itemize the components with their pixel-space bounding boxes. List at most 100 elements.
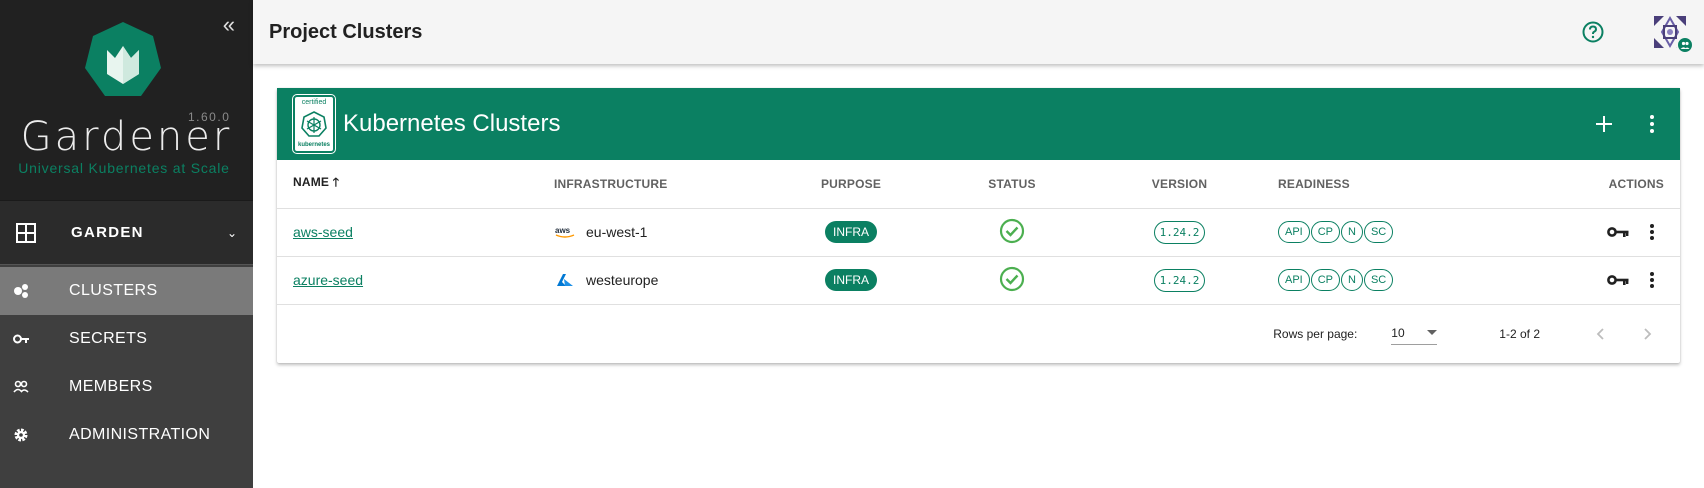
readiness-chip-api[interactable]: API [1278, 269, 1310, 291]
brand-tagline: Universal Kubernetes at Scale [18, 160, 230, 176]
status-ok-icon[interactable] [999, 218, 1025, 244]
cell-version: 1.24.2 [1097, 208, 1262, 257]
access-key-button[interactable] [1606, 268, 1630, 292]
column-header-name[interactable]: NAME 🡑 [277, 160, 538, 209]
readiness-chip-cp[interactable]: CP [1310, 269, 1341, 291]
card-menu-button[interactable] [1628, 100, 1676, 148]
readiness-chip-cp[interactable]: CP [1310, 221, 1341, 243]
cluster-link[interactable]: aws-seed [293, 224, 353, 240]
more-vert-icon [1650, 115, 1654, 133]
avatar[interactable] [1650, 12, 1694, 54]
gardener-logo [85, 22, 161, 96]
row-menu-button[interactable] [1640, 220, 1664, 244]
version-chip[interactable]: 1.24.2 [1153, 268, 1206, 292]
cluster-link[interactable]: azure-seed [293, 272, 363, 288]
top-bar: Project Clusters [253, 0, 1704, 64]
sidebar-item-label: MEMBERS [69, 378, 153, 395]
cell-infrastructure: aws eu-west-1 [538, 208, 775, 257]
cell-status [927, 208, 1097, 257]
cell-purpose: INFRA [775, 256, 927, 305]
cell-actions [1502, 208, 1680, 257]
sidebar-item-secrets[interactable]: SECRETS [0, 315, 253, 363]
cell-actions [1502, 256, 1680, 305]
members-icon [13, 379, 29, 395]
gear-icon [13, 427, 29, 443]
next-page-button[interactable] [1624, 316, 1672, 352]
clusters-table: NAME 🡑 INFRASTRUCTURE PURPOSE STATUS VER… [277, 160, 1680, 305]
cell-name: aws-seed [277, 208, 538, 257]
chevron-right-icon [1644, 327, 1652, 340]
account-badge-icon [1676, 36, 1694, 54]
previous-page-button[interactable] [1576, 316, 1624, 352]
project-name: GARDEN [71, 224, 144, 241]
cell-purpose: INFRA [775, 208, 927, 257]
badge-bottom-text: kubernetes [297, 142, 330, 148]
column-header-infrastructure[interactable]: INFRASTRUCTURE [538, 160, 775, 209]
cell-name: azure-seed [277, 256, 538, 305]
dropdown-arrow-icon [1427, 330, 1438, 335]
readiness-chip-n[interactable]: N [1341, 221, 1363, 243]
collapse-sidebar-icon[interactable]: « [223, 14, 235, 36]
readiness-chip-sc[interactable]: SC [1363, 221, 1394, 243]
cell-version: 1.24.2 [1097, 256, 1262, 305]
grid-icon [16, 222, 36, 243]
badge-top-text: certified [301, 99, 327, 106]
table-header-row: NAME 🡑 INFRASTRUCTURE PURPOSE STATUS VER… [277, 160, 1680, 209]
sidebar-item-clusters[interactable]: CLUSTERS [0, 267, 253, 315]
aws-icon: aws [554, 225, 576, 239]
clusters-icon [13, 283, 29, 299]
rows-per-page-select[interactable]: 10 [1391, 322, 1438, 345]
purpose-chip: INFRA [825, 221, 877, 243]
sidebar: « 1.60.0 Gardener Universal Kubernetes a… [0, 0, 253, 488]
chevron-down-icon: ⌄ [226, 225, 237, 240]
more-vert-icon [1650, 272, 1654, 288]
project-selector[interactable]: GARDEN ⌄ [0, 200, 253, 265]
key-icon [1607, 227, 1629, 237]
cell-status [927, 256, 1097, 305]
sidebar-item-label: ADMINISTRATION [69, 426, 211, 443]
kubernetes-certified-badge: certified kubernetes [292, 94, 336, 154]
more-vert-icon [1650, 224, 1654, 240]
svg-text:aws: aws [555, 226, 571, 235]
readiness-chip-api[interactable]: API [1278, 221, 1310, 243]
table-row: azure-seed westeurope INFRA 1.24.2 API CP… [277, 256, 1680, 305]
purpose-chip: INFRA [825, 269, 877, 291]
table-row: aws-seed aws eu-west-1 INFRA 1.24.2 API C… [277, 208, 1680, 257]
help-icon[interactable] [1582, 21, 1604, 43]
rows-per-page-value: 10 [1391, 326, 1405, 340]
column-header-version[interactable]: VERSION [1097, 160, 1262, 209]
status-ok-icon[interactable] [999, 266, 1025, 292]
readiness-chip-sc[interactable]: SC [1363, 269, 1394, 291]
access-key-button[interactable] [1606, 220, 1630, 244]
azure-icon [554, 273, 576, 287]
region-text: eu-west-1 [586, 224, 648, 240]
sidebar-item-label: CLUSTERS [69, 282, 158, 299]
arrow-up-icon: 🡑 [332, 175, 340, 190]
card-title: Kubernetes Clusters [343, 110, 561, 137]
key-icon [13, 331, 29, 347]
row-menu-button[interactable] [1640, 268, 1664, 292]
sidebar-item-members[interactable]: MEMBERS [0, 363, 253, 411]
cell-infrastructure: westeurope [538, 256, 775, 305]
column-header-readiness[interactable]: READINESS [1262, 160, 1502, 209]
key-icon [1607, 275, 1629, 285]
brand-name: Gardener [20, 114, 233, 160]
readiness-chip-n[interactable]: N [1341, 269, 1363, 291]
card-header: certified kubernetes Kubernetes Clusters [277, 88, 1680, 160]
page-title: Project Clusters [269, 20, 423, 43]
pagination-range: 1-2 of 2 [1499, 326, 1540, 341]
clusters-card: certified kubernetes Kubernetes Clusters… [277, 88, 1680, 363]
column-header-purpose[interactable]: PURPOSE [775, 160, 927, 209]
cell-readiness: API CP N SC [1262, 256, 1502, 305]
plus-icon [1596, 116, 1612, 132]
version-chip[interactable]: 1.24.2 [1153, 220, 1206, 244]
sidebar-nav: CLUSTERS SECRETS MEMBERS ADMINISTRATION [0, 267, 253, 459]
sidebar-header: « 1.60.0 Gardener Universal Kubernetes a… [0, 0, 253, 200]
chevron-left-icon [1596, 327, 1604, 340]
sidebar-item-label: SECRETS [69, 330, 148, 347]
cell-readiness: API CP N SC [1262, 208, 1502, 257]
table-footer: Rows per page: 10 1-2 of 2 [277, 305, 1680, 363]
add-cluster-button[interactable] [1580, 100, 1628, 148]
sidebar-item-administration[interactable]: ADMINISTRATION [0, 411, 253, 459]
kubernetes-icon [301, 111, 327, 137]
